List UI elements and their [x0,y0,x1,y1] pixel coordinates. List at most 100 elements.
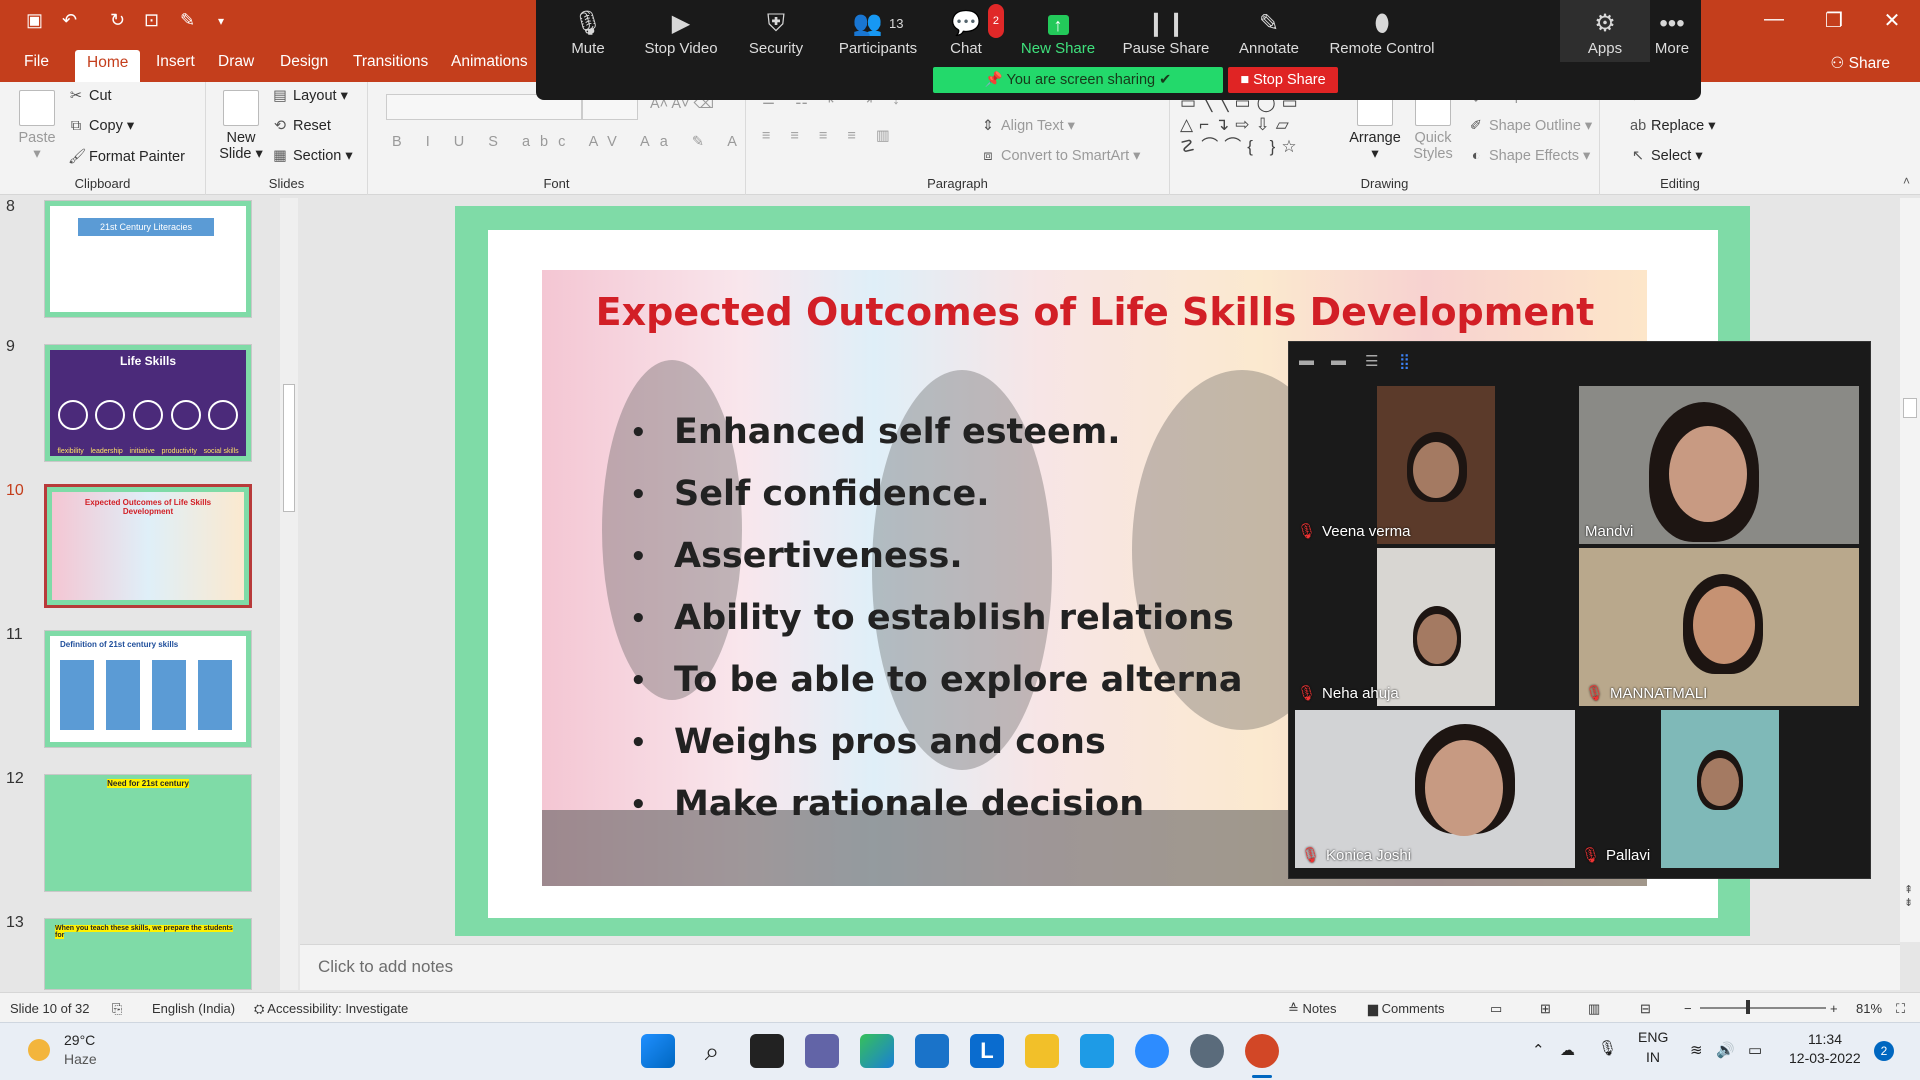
slide-sorter-icon[interactable]: ⊞ [1540,1001,1551,1017]
language-indicator[interactable]: ENG [1638,1029,1668,1045]
restore-icon[interactable]: ❐ [1814,8,1854,33]
video-tile-veena[interactable] [1377,386,1495,544]
select-button[interactable]: ↖ Select ▾ [1630,148,1703,164]
paste-button[interactable]: Paste ▾ [12,90,62,162]
quick-access-dropdown-icon[interactable]: ▾ [218,14,224,28]
video-tile-pallavi[interactable] [1661,710,1779,868]
tab-draw[interactable]: Draw [218,53,254,71]
l-app-icon[interactable]: L [970,1034,1004,1068]
arrange-button[interactable]: Arrange ▾ [1346,90,1404,162]
section-button[interactable]: ▦ Section ▾ [272,148,353,164]
customize-icon[interactable]: ✎ [180,10,195,31]
close-icon[interactable]: ✕ [1872,8,1912,33]
zoom-out-icon[interactable]: − [1684,1001,1692,1016]
annotate-button[interactable]: ✎ Annotate [1226,8,1312,57]
notification-badge[interactable]: 2 [1874,1041,1894,1061]
thumbnail-slide-13[interactable]: When you teach these skills, we prepare … [44,918,252,990]
more-button[interactable]: ••• More [1642,8,1702,57]
minimize-gallery-icon[interactable]: ▬ [1299,352,1314,369]
scrollbar-thumb[interactable] [1903,398,1917,418]
security-button[interactable]: ⛨ Security [736,8,816,57]
weather-temp[interactable]: 29°C [64,1032,95,1048]
task-view-icon[interactable] [750,1034,784,1068]
mail-icon[interactable] [915,1034,949,1068]
new-slide-button[interactable]: New Slide ▾ [216,90,266,162]
fit-slide-icon[interactable]: ⛶ [1896,1001,1905,1017]
reset-button[interactable]: ⟲ Reset [272,118,331,134]
zoom-level[interactable]: 81% [1856,1001,1882,1016]
strip-view-icon[interactable]: ☰ [1365,352,1378,370]
battery-icon[interactable]: ▭ [1748,1041,1762,1059]
share-button[interactable]: ⚇ Share [1830,54,1890,73]
video-tile-mannatmali[interactable]: 🎙 MANNATMALI [1579,548,1859,706]
show-hidden-icons-icon[interactable]: ⌃ [1532,1041,1545,1059]
format-painter-button[interactable]: 🖌 Format Painter [68,148,185,165]
apps-button[interactable]: ⚙ Apps [1560,0,1650,62]
layout-button[interactable]: ▤ Layout ▾ [272,88,348,104]
chat-button[interactable]: 💬 2 Chat [936,4,1004,57]
thumbnail-slide-12[interactable]: Need for 21st century [44,774,252,892]
spell-check-icon[interactable]: ⎘ [112,1001,122,1017]
tab-design[interactable]: Design [280,53,328,71]
thumbnail-slide-9[interactable]: Life Skills flexibility leadership initiat… [44,344,252,462]
new-share-button[interactable]: ↑ New Share [1008,8,1108,57]
tab-animations[interactable]: Animations [451,53,528,71]
wifi-icon[interactable]: ≋ [1690,1041,1703,1059]
pause-share-button[interactable]: ❙❙ Pause Share [1116,8,1216,57]
weather-condition[interactable]: Haze [64,1051,97,1067]
teams-icon[interactable] [805,1034,839,1068]
thumbnails-scrollbar[interactable] [280,198,298,990]
onedrive-icon[interactable]: ☁ [1560,1041,1575,1059]
shape-outline-button[interactable]: ✐ Shape Outline ▾ [1468,118,1592,134]
align-buttons[interactable]: ≡ ≡ ≡ ≡ ▥ [762,128,898,144]
shapes-gallery[interactable]: ▭╲╲▭◯▭ △⌐↴⇨⇩▱ ☡⌒⌒{ }☆ [1180,92,1340,158]
collapse-ribbon-icon[interactable]: ˄ [1903,174,1910,188]
start-icon[interactable] [641,1034,675,1068]
edge-icon[interactable] [860,1034,894,1068]
participants-button[interactable]: 👥 13 Participants [828,8,928,57]
thumbnail-slide-11[interactable]: Definition of 21st century skills [44,630,252,748]
weather-sun-icon[interactable] [28,1039,50,1061]
slide-title[interactable]: Expected Outcomes of Life Skills Develop… [570,290,1620,335]
video-tile-neha[interactable] [1377,548,1495,706]
zoom-in-icon[interactable]: + [1830,1001,1838,1016]
normal-view-icon[interactable]: ▭ [1490,1001,1502,1017]
mute-button[interactable]: 🎙 Mute [558,8,618,57]
desktop-icon[interactable] [1080,1034,1114,1068]
slide-scrollbar[interactable]: ⇞ ⇟ [1900,198,1920,942]
file-explorer-icon[interactable] [1025,1034,1059,1068]
minimize-icon[interactable]: — [1754,8,1794,31]
scrollbar-thumb[interactable] [283,384,295,512]
speaker-view-icon[interactable]: ▬ [1331,352,1346,369]
copy-button[interactable]: ⧉ Copy ▾ [68,118,134,134]
slideshow-icon[interactable]: ⊟ [1640,1001,1651,1017]
search-icon[interactable]: ⌕ [695,1034,729,1068]
prev-next-slide-icon[interactable]: ⇞ ⇟ [1904,884,1913,910]
tab-transitions[interactable]: Transitions [353,53,428,71]
save-icon[interactable]: ▣ [26,10,43,31]
gallery-view-icon[interactable]: ⣿ [1399,352,1410,370]
present-icon[interactable]: ⊡ [144,10,159,31]
thumbnail-slide-10[interactable]: Expected Outcomes of Life Skills Develop… [44,484,252,608]
stop-video-button[interactable]: ▶ Stop Video [636,8,726,57]
region-indicator[interactable]: IN [1646,1049,1660,1065]
cut-button[interactable]: ✂ Cut [68,88,112,104]
comments-button[interactable]: ▆ Comments [1368,1001,1444,1017]
language-indicator[interactable]: English (India) [152,1001,235,1016]
notes-button[interactable]: ≙ Notes [1288,1001,1336,1017]
shape-effects-button[interactable]: ◐ Shape Effects ▾ [1468,148,1591,164]
microphone-icon[interactable]: 🎙 [1598,1039,1617,1057]
font-format-buttons[interactable]: B I U S abc AV Aa ✎ A [392,134,747,150]
replace-button[interactable]: ab Replace ▾ [1630,118,1716,134]
clock-time[interactable]: 11:34 [1808,1031,1842,1047]
video-tile-mandvi[interactable]: Mandvi [1579,386,1859,544]
powerpoint-icon[interactable] [1245,1034,1279,1068]
zoom-slider[interactable] [1700,1007,1826,1009]
undo-icon[interactable]: ↶ [62,10,77,31]
smartart-button[interactable]: ⧈ Convert to SmartArt ▾ [980,148,1140,164]
tab-file[interactable]: File [24,53,49,71]
zoom-slider-thumb[interactable] [1746,1000,1750,1014]
align-text-button[interactable]: ⇕ Align Text ▾ [980,118,1075,134]
tab-home[interactable]: Home [75,50,141,82]
video-tile-konica[interactable]: 🎙 Konica Joshi [1295,710,1575,868]
